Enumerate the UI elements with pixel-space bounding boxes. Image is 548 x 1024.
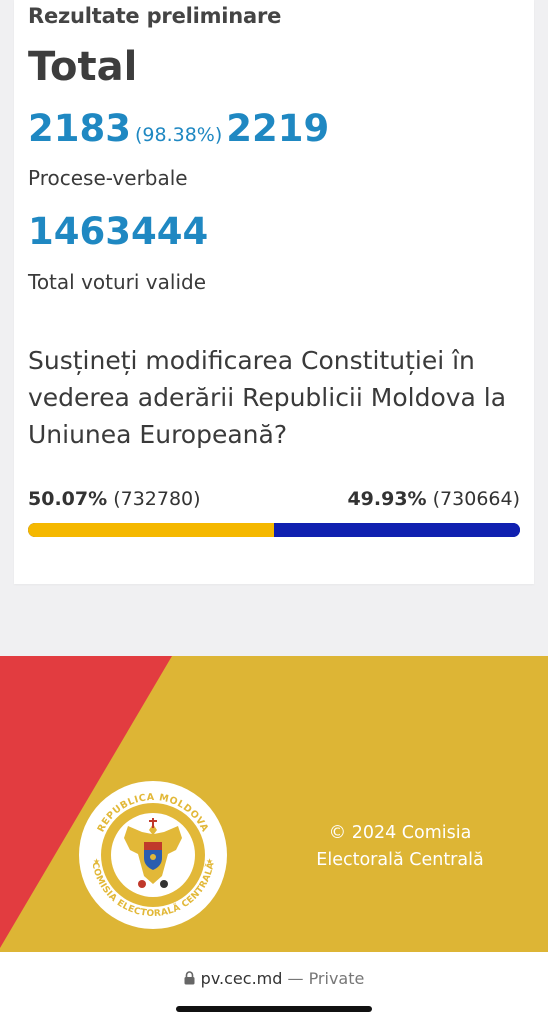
yes-percent: 50.07% <box>28 488 108 510</box>
reports-percent: (98.38%) <box>134 124 223 146</box>
reports-stats: 2183 (98.38%) 2219 <box>28 107 329 150</box>
no-percent: 49.93% <box>347 488 427 510</box>
referendum-question: Susțineți modificarea Constituției în ve… <box>28 346 507 449</box>
no-bar-segment <box>274 523 520 537</box>
svg-text:★: ★ <box>206 857 213 866</box>
yes-result: 50.07% (732780) <box>28 488 201 510</box>
copyright-line-1: © 2024 Comisia <box>328 823 472 843</box>
reports-total: 2219 <box>226 107 330 150</box>
yes-bar-segment <box>28 523 275 537</box>
results-card: Rezultate preliminare Total 2183 (98.38%)… <box>14 0 534 584</box>
valid-votes: 1463444 <box>28 210 209 253</box>
no-result: 49.93% (730664) <box>347 488 520 510</box>
cec-seal-logo: REPUBLICA MOLDOVA COMISIA ELECTORALĂ CEN… <box>79 781 227 929</box>
home-indicator[interactable] <box>176 1006 372 1012</box>
valid-votes-label: Total voturi valide <box>28 270 206 294</box>
page-title: Total <box>28 44 138 90</box>
site-footer: REPUBLICA MOLDOVA COMISIA ELECTORALĂ CEN… <box>0 656 548 952</box>
result-progress-bar <box>28 523 520 537</box>
section-subtitle: Rezultate preliminare <box>28 4 282 28</box>
url-separator: — <box>282 969 309 988</box>
copyright-line-2: Electorală Centrală <box>316 850 484 870</box>
copyright-text: © 2024 Comisia Electorală Centrală <box>280 820 520 874</box>
svg-text:★: ★ <box>93 857 100 866</box>
browser-address-bar[interactable]: pv.cec.md — Private <box>0 952 548 1024</box>
private-mode-label: Private <box>308 969 365 988</box>
reports-counted: 2183 <box>28 107 131 150</box>
valid-votes-row: 1463444 <box>28 210 208 253</box>
lock-icon <box>184 971 195 985</box>
yes-votes: (732780) <box>113 488 201 510</box>
no-votes: (730664) <box>432 488 520 510</box>
reports-label: Procese-verbale <box>28 166 188 190</box>
url-line[interactable]: pv.cec.md — Private <box>0 969 548 988</box>
url-text[interactable]: pv.cec.md <box>201 969 283 988</box>
